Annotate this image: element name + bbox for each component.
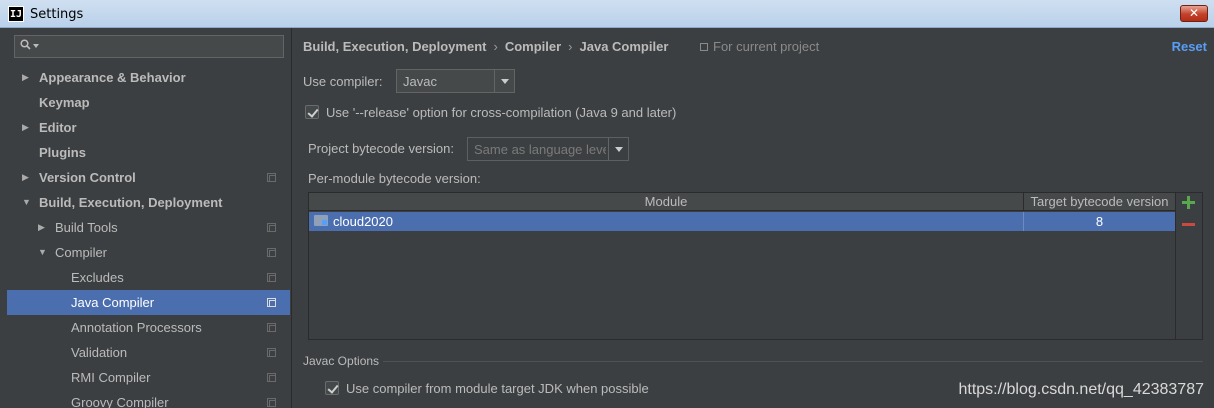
project-scope-icon [267, 373, 276, 382]
project-bytecode-label: Project bytecode version: [308, 141, 454, 156]
watermark-text: https://blog.csdn.net/qq_42383787 [958, 381, 1204, 398]
use-compiler-label: Use compiler: [303, 74, 383, 89]
expand-arrow-right-icon[interactable]: ▶ [22, 165, 32, 190]
title-bar: IJ Settings ✕ [0, 0, 1214, 28]
chevron-down-icon [608, 138, 628, 160]
table-header: Module Target bytecode version [309, 193, 1175, 211]
breadcrumb-separator: › [493, 39, 498, 54]
module-folder-icon [314, 215, 328, 226]
sidebar-item-label: Editor [39, 120, 77, 135]
module-jdk-checkbox[interactable] [325, 381, 339, 395]
use-compiler-value: Javac [403, 74, 437, 89]
expand-arrow-right-icon[interactable]: ▶ [22, 115, 32, 140]
sidebar-item[interactable]: ▶ Editor [7, 115, 290, 140]
sidebar-item[interactable]: Annotation Processors [7, 315, 290, 340]
expand-arrow-right-icon[interactable]: ▶ [38, 215, 48, 240]
module-jdk-label: Use compiler from module target JDK when… [346, 381, 649, 396]
project-scope-icon [267, 223, 276, 232]
release-option-checkbox[interactable] [305, 105, 319, 119]
sidebar-item-label: RMI Compiler [71, 370, 151, 385]
breadcrumb-separator: › [568, 39, 573, 54]
sidebar-item[interactable]: ▶ Build Tools [7, 215, 290, 240]
column-header-module[interactable]: Module [309, 194, 1023, 209]
project-scope-icon [700, 43, 708, 51]
sidebar-item-label: Keymap [39, 95, 90, 110]
section-divider [383, 361, 1203, 362]
window-title: Settings [30, 7, 84, 22]
sidebar-item[interactable]: ▼ Build, Execution, Deployment [7, 190, 290, 215]
sidebar-item-label: Plugins [39, 145, 86, 160]
javac-options-title: Javac Options [303, 354, 380, 368]
sidebar-item-label: Groovy Compiler [71, 395, 169, 408]
module-name-cell: cloud2020 [333, 214, 393, 229]
project-scope-icon [267, 398, 276, 407]
sidebar-item-label: Version Control [39, 170, 136, 185]
intellij-app-icon: IJ [8, 6, 24, 22]
sidebar-item[interactable]: ▶ Appearance & Behavior [7, 65, 290, 90]
search-icon [20, 39, 31, 50]
reset-link[interactable]: Reset [1172, 39, 1207, 54]
breadcrumb-item-java-compiler: Java Compiler [579, 39, 669, 54]
sidebar-item-label: Validation [71, 345, 128, 360]
sidebar-item[interactable]: RMI Compiler [7, 365, 290, 390]
expand-arrow-right-icon[interactable]: ▶ [22, 65, 32, 90]
sidebar-item-label: Appearance & Behavior [39, 70, 186, 85]
scope-note-label: For current project [713, 39, 820, 54]
project-scope-icon [267, 173, 276, 182]
release-option-label: Use '--release' option for cross-compila… [326, 105, 677, 120]
sidebar-item-label: Compiler [55, 245, 108, 260]
project-bytecode-value: Same as language level [474, 142, 606, 157]
java-compiler-panel: Build, Execution, Deployment › Compiler › Ja… [293, 28, 1214, 408]
project-scope-icon [267, 323, 276, 332]
table-row[interactable]: cloud2020 8 [309, 212, 1175, 231]
project-scope-icon [267, 273, 276, 282]
settings-search-input[interactable] [14, 35, 284, 58]
project-scope-icon [267, 298, 276, 307]
module-bytecode-table: Module Target bytecode version cloud2020… [308, 192, 1176, 340]
sidebar-item[interactable]: Groovy Compiler [7, 390, 290, 408]
sidebar-item[interactable]: Excludes [7, 265, 290, 290]
expand-arrow-down-icon[interactable]: ▼ [22, 190, 32, 215]
project-bytecode-select[interactable]: Same as language level [467, 137, 629, 161]
sidebar-item-label: Build, Execution, Deployment [39, 195, 223, 210]
use-compiler-select[interactable]: Javac [396, 69, 515, 93]
sidebar-item[interactable]: ▼ Compiler [7, 240, 290, 265]
sidebar-item[interactable]: Validation [7, 340, 290, 365]
breadcrumb: Build, Execution, Deployment › Compiler › Ja… [303, 39, 668, 54]
expand-arrow-down-icon[interactable]: ▼ [38, 240, 48, 265]
settings-sidebar: ▶ Appearance & Behavior Keymap ▶ Editor Plugi… [0, 28, 292, 408]
breadcrumb-item-build: Build, Execution, Deployment [303, 39, 487, 54]
remove-icon[interactable] [1182, 223, 1195, 226]
close-button[interactable]: ✕ [1180, 5, 1208, 22]
scope-note: For current project [700, 39, 819, 54]
sidebar-item[interactable]: Keymap [7, 90, 290, 115]
table-toolbar [1176, 192, 1203, 340]
sidebar-item-label: Excludes [71, 270, 124, 285]
search-options-chevron-icon[interactable] [33, 44, 39, 48]
sidebar-item[interactable]: ▶ Version Control [7, 165, 290, 190]
settings-tree: ▶ Appearance & Behavior Keymap ▶ Editor Plugi… [7, 65, 290, 408]
project-scope-icon [267, 248, 276, 257]
per-module-label: Per-module bytecode version: [308, 171, 481, 186]
add-icon[interactable] [1182, 196, 1195, 209]
project-scope-icon [267, 348, 276, 357]
chevron-down-icon [494, 70, 514, 92]
sidebar-item-label: Annotation Processors [71, 320, 202, 335]
breadcrumb-item-compiler: Compiler [504, 39, 562, 54]
column-header-target[interactable]: Target bytecode version [1023, 193, 1175, 210]
sidebar-item-label: Build Tools [55, 220, 118, 235]
sidebar-item[interactable]: Plugins [7, 140, 290, 165]
sidebar-item-label: Java Compiler [71, 295, 155, 310]
target-version-cell[interactable]: 8 [1023, 212, 1175, 231]
sidebar-item[interactable]: Java Compiler [7, 290, 290, 315]
